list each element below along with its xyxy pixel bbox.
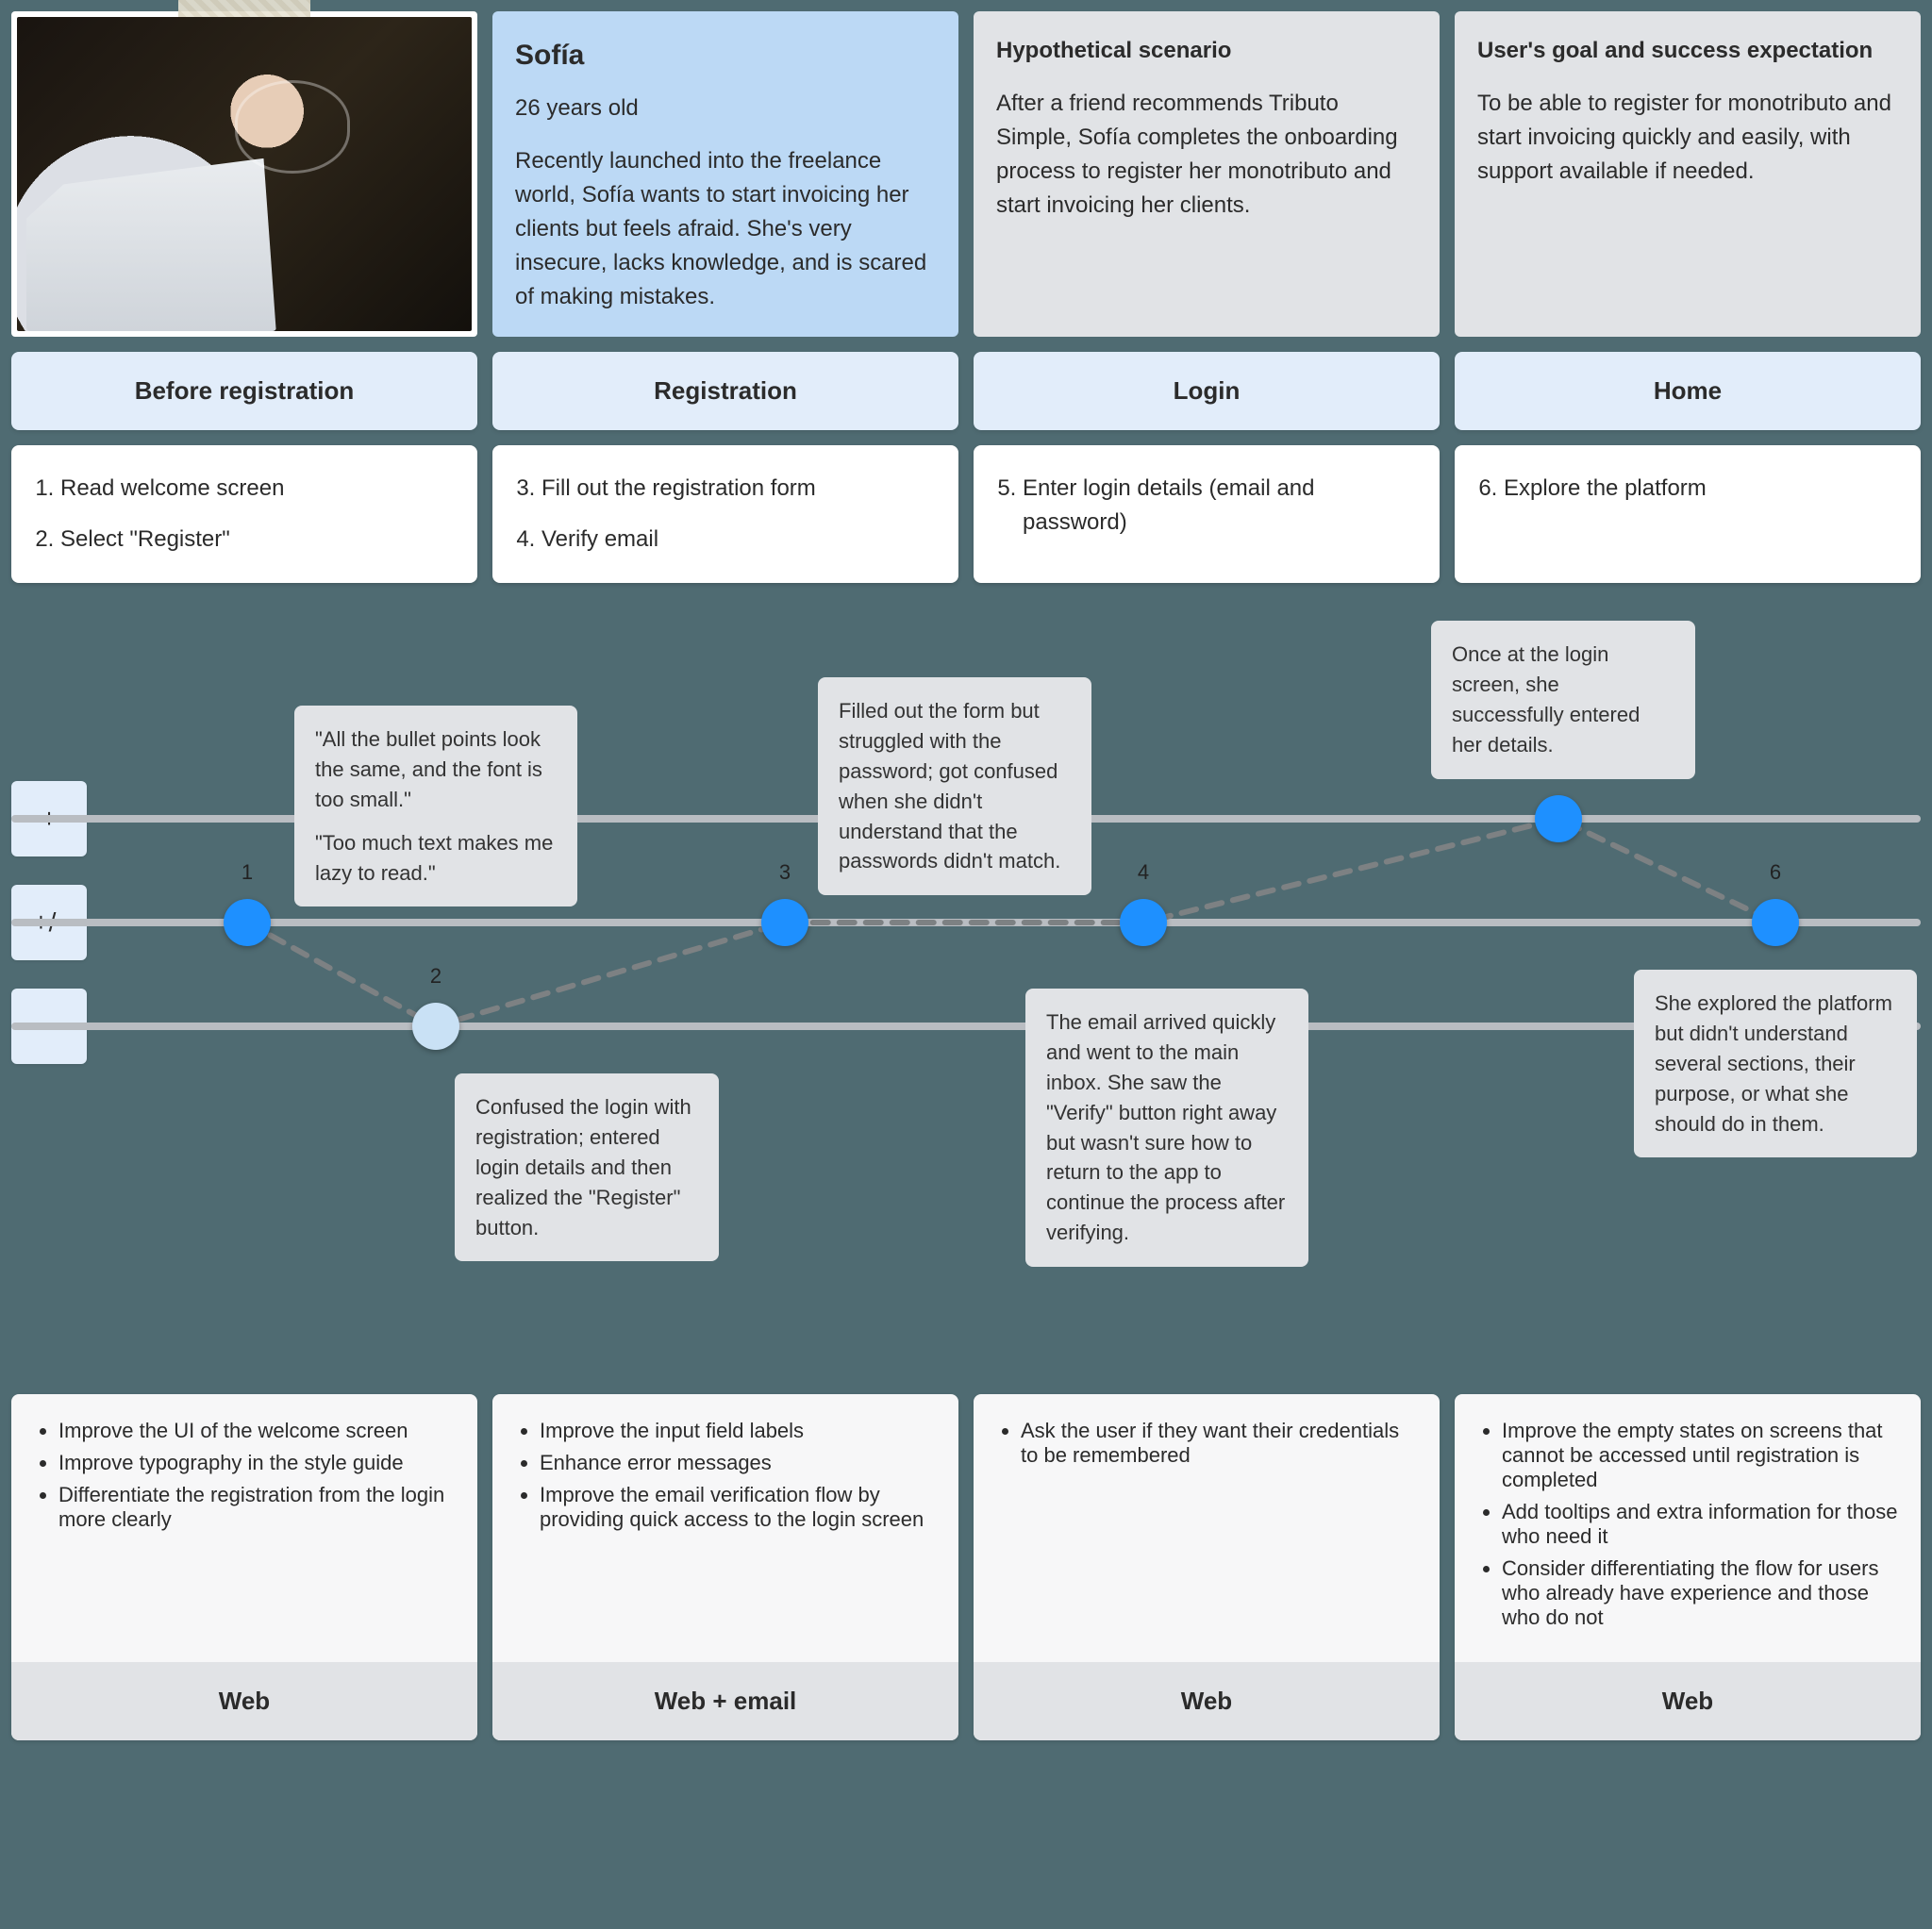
improve-list-1: Improve the input field labelsEnhance er… <box>515 1419 936 1532</box>
improve-list-0: Improve the UI of the welcome screenImpr… <box>34 1419 455 1532</box>
journey-dot-2 <box>412 1003 459 1050</box>
note-6: She explored the platform but didn't und… <box>1634 970 1917 1157</box>
improve-channel-1: Web + email <box>492 1662 958 1740</box>
improve-col-3: Improve the empty states on screens that… <box>1455 1394 1921 1740</box>
note-1: "All the bullet points look the same, an… <box>294 706 577 906</box>
improve-col-2: Ask the user if they want their credenti… <box>974 1394 1440 1740</box>
steps-list-1: Fill out the registration formVerify ema… <box>515 472 936 557</box>
improvements-row: Improve the UI of the welcome screenImpr… <box>11 1394 1921 1740</box>
journey-dot-3 <box>761 899 808 946</box>
note-4: The email arrived quickly and went to th… <box>1025 989 1308 1267</box>
goal-card: User's goal and success expectation To b… <box>1455 11 1921 337</box>
journey-dot-6 <box>1752 899 1799 946</box>
note-3: Filled out the form but struggled with t… <box>818 677 1091 895</box>
steps-col-1: Fill out the registration formVerify ema… <box>492 445 958 583</box>
steps-col-3: Explore the platform <box>1455 445 1921 583</box>
note-5: Once at the login screen, she successful… <box>1431 621 1695 779</box>
steps-list-3: Explore the platform <box>1477 472 1898 506</box>
emotion-chart: + +/- – 1 2 3 4 5 6 "All the bullet poin… <box>11 621 1921 1338</box>
scenario-card: Hypothetical scenario After a friend rec… <box>974 11 1440 337</box>
steps-col-2: Enter login details (email and password) <box>974 445 1440 583</box>
scenario-heading: Hypothetical scenario <box>996 34 1417 68</box>
note-2: Confused the login with registration; en… <box>455 1073 719 1261</box>
persona-row: Sofía 26 years old Recently launched int… <box>11 11 1921 337</box>
steps-list-2: Enter login details (email and password) <box>996 472 1417 540</box>
scenario-body: After a friend recommends Tributo Simple… <box>996 87 1417 223</box>
journey-dot-4 <box>1120 899 1167 946</box>
improve-col-1: Improve the input field labelsEnhance er… <box>492 1394 958 1740</box>
goal-body: To be able to register for monotributo a… <box>1477 87 1898 189</box>
persona-card: Sofía 26 years old Recently launched int… <box>492 11 958 337</box>
persona-name: Sofía <box>515 34 936 76</box>
journey-dot-5 <box>1535 795 1582 842</box>
persona-age: 26 years old <box>515 91 936 125</box>
stage-row: Before registration Registration Login H… <box>11 352 1921 430</box>
persona-photo-card <box>11 11 477 337</box>
improve-channel-0: Web <box>11 1662 477 1740</box>
improve-col-0: Improve the UI of the welcome screenImpr… <box>11 1394 477 1740</box>
improve-channel-2: Web <box>974 1662 1440 1740</box>
goal-heading: User's goal and success expectation <box>1477 34 1898 68</box>
journey-dot-1 <box>224 899 271 946</box>
stage-home: Home <box>1455 352 1921 430</box>
steps-row: Read welcome screenSelect "Register" Fil… <box>11 445 1921 583</box>
improve-list-3: Improve the empty states on screens that… <box>1477 1419 1898 1630</box>
steps-list-0: Read welcome screenSelect "Register" <box>34 472 455 557</box>
persona-bio: Recently launched into the freelance wor… <box>515 144 936 314</box>
stage-before-registration: Before registration <box>11 352 477 430</box>
persona-photo <box>17 17 472 331</box>
improve-channel-3: Web <box>1455 1662 1921 1740</box>
steps-col-0: Read welcome screenSelect "Register" <box>11 445 477 583</box>
improve-list-2: Ask the user if they want their credenti… <box>996 1419 1417 1468</box>
stage-registration: Registration <box>492 352 958 430</box>
stage-login: Login <box>974 352 1440 430</box>
